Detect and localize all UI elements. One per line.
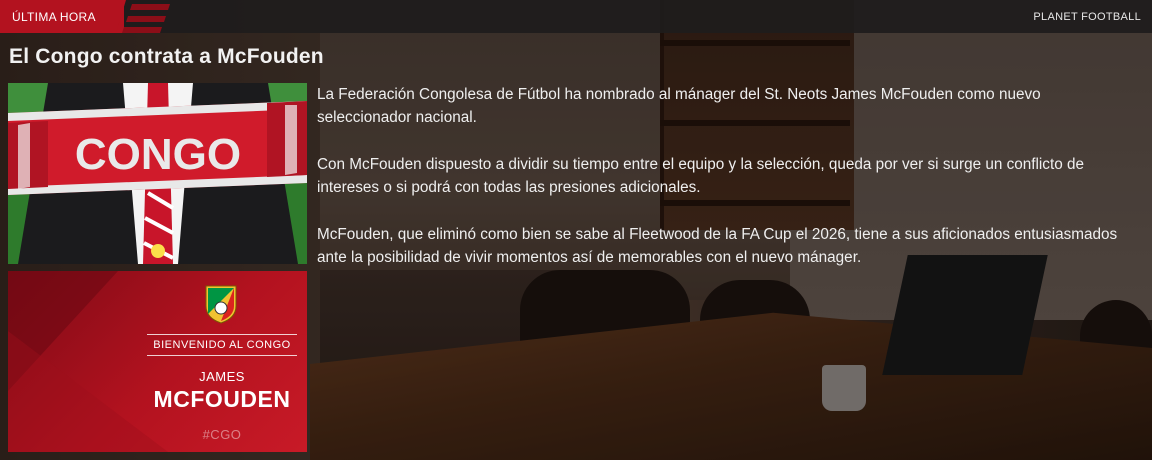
welcome-graphic: BIENVENIDO AL CONGO JAMES MCFOUDEN #CGO bbox=[8, 271, 307, 452]
breaking-news-tag: ÚLTIMA HORA bbox=[0, 0, 124, 33]
article-body: La Federación Congolesa de Fútbol ha nom… bbox=[317, 83, 1137, 293]
article-headline: El Congo contrata a McFouden bbox=[9, 45, 324, 68]
article-paragraph: McFouden, que eliminó como bien se sabe … bbox=[317, 226, 1118, 266]
article-paragraph: Con McFouden dispuesto a dividir su tiem… bbox=[317, 156, 1084, 196]
manager-first-name: JAMES bbox=[199, 369, 245, 384]
manager-last-name: MCFOUDEN bbox=[153, 386, 291, 412]
scarf-text: CONGO bbox=[75, 130, 241, 179]
breaking-news-label: ÚLTIMA HORA bbox=[12, 9, 96, 24]
news-header-bar: ÚLTIMA HORA PLANET FOOTBALL bbox=[0, 0, 1152, 33]
news-source: PLANET FOOTBALL bbox=[1033, 10, 1141, 23]
article-paragraph: La Federación Congolesa de Fútbol ha nom… bbox=[317, 86, 1041, 126]
team-hashtag: #CGO bbox=[202, 427, 242, 442]
congo-crest-icon bbox=[205, 285, 237, 324]
welcome-banner: BIENVENIDO AL CONGO bbox=[147, 334, 297, 356]
manager-suit-illustration: CONGO bbox=[8, 83, 307, 264]
graphic-background-shapes bbox=[8, 271, 168, 452]
manager-scarf-photo: CONGO bbox=[8, 83, 307, 264]
stripe-decoration-icon bbox=[108, 0, 170, 33]
